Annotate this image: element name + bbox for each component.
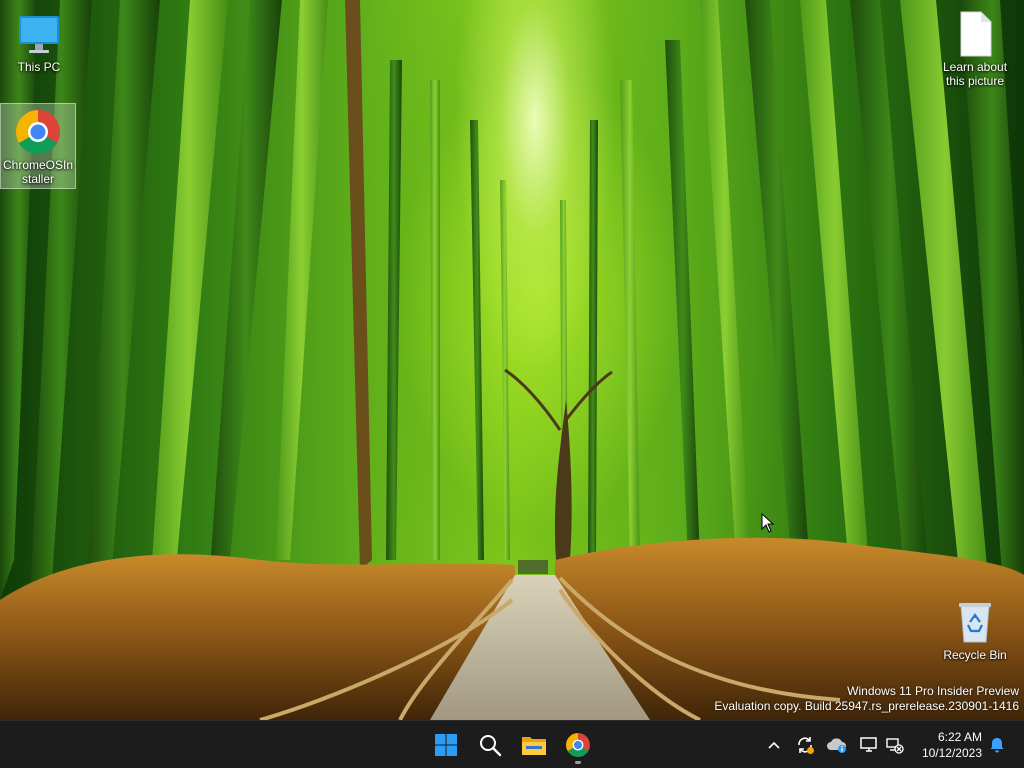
desktop-icon-label: Recycle Bin	[943, 648, 1007, 662]
desktop-icon-label: ChromeOSInstaller	[2, 158, 74, 186]
watermark-line-build: Evaluation copy. Build 25947.rs_prerelea…	[714, 699, 1019, 713]
recycle-bin-icon	[959, 603, 991, 643]
desktop-icon-label: This PC	[17, 60, 61, 74]
chevron-up-icon	[768, 741, 780, 749]
file-explorer-button[interactable]	[514, 725, 554, 765]
show-hidden-icons-button[interactable]	[763, 733, 785, 757]
taskbar-clock[interactable]: 6:22 AM 10/12/2023	[912, 729, 982, 761]
watermark-line-edition: Windows 11 Pro Insider Preview	[847, 684, 1019, 698]
desktop-wallpaper: This PC ChromeOSInstaller Learn about th…	[0, 0, 1024, 720]
running-indicator	[575, 761, 581, 764]
network-tray-button[interactable]	[884, 733, 906, 757]
chrome-taskbar-button[interactable]	[558, 725, 598, 765]
sync-icon	[798, 737, 814, 754]
desktop-icon-learn-about-picture[interactable]: Learn about this picture	[937, 6, 1013, 91]
document-icon	[960, 11, 992, 57]
start-button[interactable]	[426, 725, 466, 765]
onedrive-tray-button[interactable]	[826, 733, 848, 757]
chrome-icon	[16, 110, 60, 154]
windows-start-icon	[435, 734, 457, 756]
desktop-icon-recycle-bin[interactable]: Recycle Bin	[937, 594, 1013, 665]
taskbar: 6:22 AM 10/12/2023	[0, 720, 1024, 768]
bell-icon	[990, 738, 1004, 753]
windows-evaluation-watermark: Windows 11 Pro Insider Preview Evaluatio…	[714, 684, 1019, 714]
desktop-icon-label: Learn about this picture	[942, 60, 1008, 88]
sync-tray-button[interactable]	[794, 733, 816, 757]
search-icon	[480, 735, 502, 757]
display-icon	[860, 737, 877, 752]
desktop-icon-chromeos-installer[interactable]: ChromeOSInstaller	[0, 103, 76, 189]
monitor-icon	[19, 16, 59, 53]
display-tray-button[interactable]	[858, 733, 880, 757]
clock-time: 6:22 AM	[937, 730, 982, 744]
clock-date: 10/12/2023	[921, 746, 982, 760]
folder-icon	[522, 737, 546, 755]
onedrive-icon	[827, 738, 846, 753]
chrome-icon	[566, 733, 590, 757]
network-disconnected-icon	[886, 738, 904, 754]
notification-center-button[interactable]	[986, 733, 1008, 757]
search-button[interactable]	[470, 725, 510, 765]
mouse-cursor-icon	[761, 513, 775, 533]
desktop-icon-this-pc[interactable]: This PC	[1, 6, 77, 77]
bamboo-forest-wallpaper	[0, 0, 1024, 720]
